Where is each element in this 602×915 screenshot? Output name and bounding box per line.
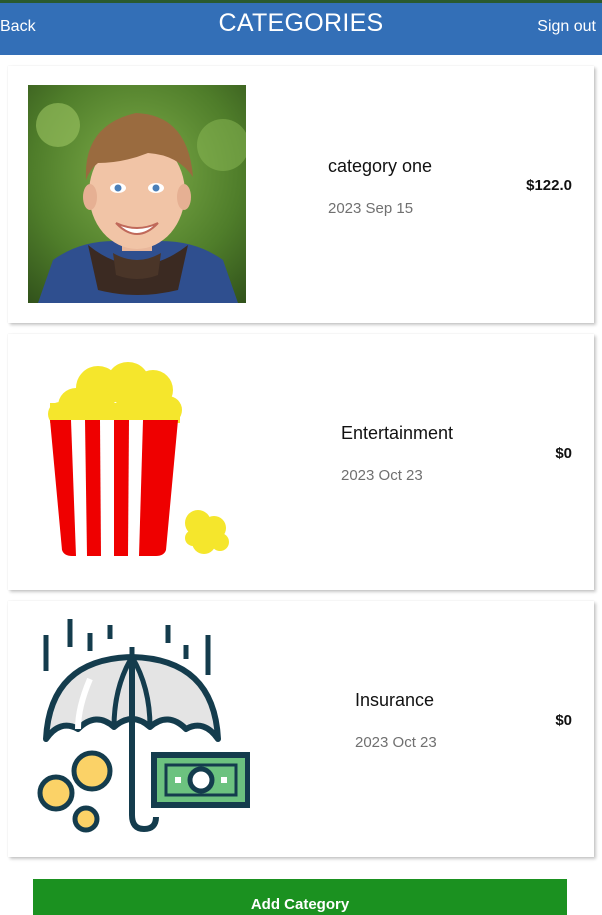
category-card[interactable]: Insurance 2023 Oct 23 $0	[8, 601, 594, 857]
category-card[interactable]: Entertainment 2023 Oct 23 $0	[8, 334, 594, 590]
sign-out-button[interactable]: Sign out	[537, 18, 596, 36]
app-header: Back CATEGORIES Sign out	[0, 3, 602, 55]
category-date: 2023 Oct 23	[341, 467, 423, 484]
category-photo	[28, 85, 246, 303]
category-date: 2023 Sep 15	[328, 200, 414, 217]
category-card[interactable]: category one 2023 Sep 15 $122.0	[8, 66, 594, 323]
popcorn-icon	[48, 362, 229, 556]
category-name: category one	[328, 156, 433, 176]
category-amount: $0	[555, 445, 572, 462]
category-name: Entertainment	[341, 423, 454, 443]
add-category-button[interactable]: Add Category	[33, 879, 567, 915]
umbrella-money-icon	[37, 619, 250, 833]
category-amount: $122.0	[526, 177, 572, 194]
category-amount: $0	[555, 712, 572, 729]
page-title: CATEGORIES	[218, 9, 384, 37]
category-name: Insurance	[355, 690, 435, 710]
category-date: 2023 Oct 23	[355, 734, 437, 751]
